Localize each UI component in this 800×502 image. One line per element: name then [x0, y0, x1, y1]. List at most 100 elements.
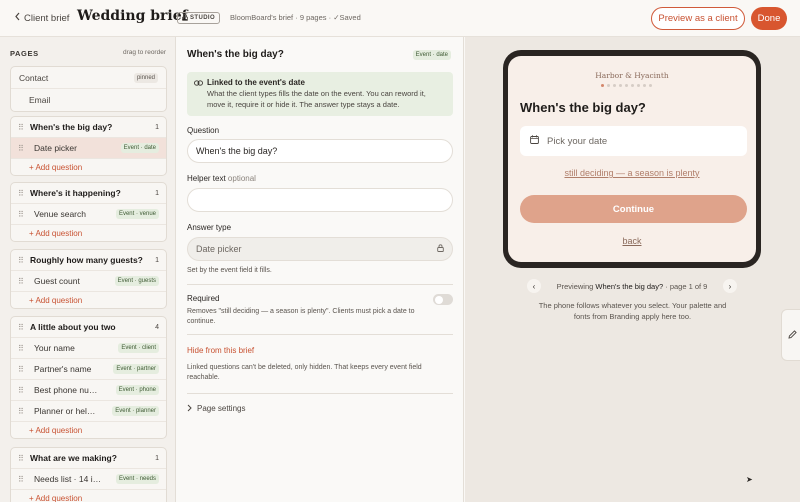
- preview-navigation: ‹ Previewing When's the big day? · page …: [527, 279, 737, 293]
- question-row[interactable]: ⠿ Planner or hel… Event · planner: [11, 401, 166, 422]
- question-count: 1: [155, 189, 159, 197]
- pages-heading: PAGES: [10, 49, 39, 58]
- page-group-location: ⠿ Where's it happening? 1 ⠿ Venue search…: [10, 182, 167, 242]
- pinned-badge: pinned: [133, 72, 158, 83]
- question-row[interactable]: ⠿ Guest count Event · guests: [11, 271, 166, 292]
- question-row[interactable]: ⠿ Partner's name Event · partner: [11, 359, 166, 380]
- helper-text-input[interactable]: [187, 188, 453, 212]
- add-question-button[interactable]: + Add question: [11, 422, 166, 438]
- drag-handle-icon[interactable]: ⠿: [18, 144, 30, 153]
- question-row[interactable]: ⠿ Needs list · 14 i… Event · needs: [11, 469, 166, 490]
- drag-handle-icon[interactable]: ⠿: [18, 386, 30, 395]
- drag-handle-icon[interactable]: ⠿: [18, 365, 30, 374]
- info-text: What the client types fills the date on …: [207, 89, 426, 109]
- drag-handle-icon[interactable]: ⠿: [18, 189, 30, 198]
- previous-page-button[interactable]: ‹: [527, 279, 541, 293]
- progress-dot: [601, 84, 604, 87]
- preview-date-input[interactable]: Pick your date: [520, 126, 747, 156]
- progress-dot: [625, 84, 628, 87]
- add-question-button[interactable]: + Add question: [11, 225, 166, 241]
- page-settings-toggle[interactable]: Page settings: [187, 404, 245, 414]
- event-field-tag: Event · needs: [115, 474, 159, 484]
- brief-meta: BloomBoard's brief · 9 pages · ✓Saved: [230, 13, 361, 22]
- question-label: Venue search: [34, 209, 86, 219]
- drag-handle-icon[interactable]: ⠿: [18, 256, 30, 265]
- question-field-label: Question: [187, 126, 220, 135]
- edit-branding-button[interactable]: [781, 309, 800, 361]
- done-button[interactable]: Done: [751, 7, 787, 30]
- preview-continue-button[interactable]: Continue: [520, 195, 747, 223]
- date-placeholder: Pick your date: [547, 135, 608, 147]
- question-input[interactable]: When's the big day?: [187, 139, 453, 163]
- answer-type-field: Date picker: [187, 237, 453, 261]
- chevron-right-icon: ›: [728, 281, 732, 291]
- sidebar-item-contact[interactable]: Contact pinned: [11, 67, 166, 89]
- chevron-left-icon: ‹: [532, 281, 536, 291]
- page-row[interactable]: ⠿ Where's it happening? 1: [11, 183, 166, 204]
- preview-as-client-button[interactable]: Preview as a client: [651, 7, 745, 30]
- question-label: Planner or hel…: [34, 406, 96, 416]
- page-row-title: A little about you two: [30, 322, 116, 332]
- question-row[interactable]: ⠿ Your name Event · client: [11, 338, 166, 359]
- mouse-cursor-icon: ➤: [746, 475, 753, 484]
- preview-note: The phone follows whatever you select. Y…: [538, 301, 727, 321]
- question-count: 1: [155, 123, 159, 131]
- page-row-title: What are we making?: [30, 453, 117, 463]
- required-toggle[interactable]: [433, 294, 453, 305]
- question-label: Best phone nu…: [34, 385, 98, 395]
- pencil-icon: [787, 329, 798, 342]
- back-link-label: Client brief: [24, 12, 70, 24]
- lock-icon: [437, 244, 444, 254]
- sidebar-item-email[interactable]: Email: [11, 89, 166, 111]
- divider: [187, 334, 453, 335]
- optional-hint: optional: [227, 174, 256, 183]
- page-row[interactable]: ⠿ What are we making? 1: [11, 448, 166, 469]
- chevron-right-icon: [187, 404, 192, 414]
- page-row[interactable]: ⠿ When's the big day? 1: [11, 117, 166, 138]
- question-count: 4: [155, 323, 159, 331]
- hide-from-brief-link[interactable]: Hide from this brief: [187, 346, 254, 355]
- divider: [187, 393, 453, 394]
- drag-handle-icon[interactable]: ⠿: [18, 475, 30, 484]
- drag-handle-icon[interactable]: ⠿: [18, 123, 30, 132]
- next-page-button[interactable]: ›: [722, 279, 737, 293]
- editor-title: When's the big day?: [187, 49, 284, 60]
- question-label: Guest count: [34, 276, 80, 286]
- top-bar: Client brief Wedding brief STUDIO BloomB…: [0, 0, 800, 37]
- question-label: Needs list · 14 i…: [34, 474, 102, 484]
- preview-back-link[interactable]: back: [508, 236, 756, 246]
- meta-page-count: 9 pages: [299, 13, 327, 22]
- still-deciding-link[interactable]: still deciding — a season is plenty: [508, 168, 756, 178]
- question-label: Date picker: [34, 143, 77, 153]
- event-field-tag: Event · client: [118, 343, 159, 353]
- drag-handle-icon[interactable]: ⠿: [18, 344, 30, 353]
- drag-handle-icon[interactable]: ⠿: [18, 323, 30, 332]
- question-row[interactable]: ⠿ Date picker Event · date: [11, 138, 166, 159]
- drag-handle-icon[interactable]: ⠿: [18, 210, 30, 219]
- meta-saved-status: Saved: [339, 13, 361, 22]
- question-row[interactable]: ⠿ Venue search Event · venue: [11, 204, 166, 225]
- answer-type-value: Date picker: [196, 244, 242, 254]
- helper-label-text: Helper text: [187, 174, 226, 183]
- required-note: Removes "still deciding — a season is pl…: [187, 308, 415, 325]
- progress-dot: [619, 84, 622, 87]
- back-to-client-brief-link[interactable]: Client brief: [14, 12, 69, 24]
- contact-label: Contact: [19, 72, 49, 83]
- drag-handle-icon[interactable]: ⠿: [18, 454, 30, 463]
- event-field-tag: Event · venue: [115, 209, 159, 219]
- link-icon: [194, 79, 203, 88]
- add-question-button[interactable]: + Add question: [11, 159, 166, 175]
- info-title: Linked to the event's date: [207, 78, 305, 87]
- progress-dot: [613, 84, 616, 87]
- drag-handle-icon[interactable]: ⠿: [18, 407, 30, 416]
- question-label: Your name: [34, 343, 75, 353]
- question-count: 1: [155, 256, 159, 264]
- add-question-button[interactable]: + Add question: [11, 292, 166, 308]
- hide-note: Linked questions can't be deleted, only …: [187, 364, 422, 381]
- drag-handle-icon[interactable]: ⠿: [18, 277, 30, 286]
- question-row[interactable]: ⠿ Best phone nu… Event · phone: [11, 380, 166, 401]
- page-row[interactable]: ⠿ A little about you two 4: [11, 317, 166, 338]
- divider: [187, 284, 453, 285]
- page-row[interactable]: ⠿ Roughly how many guests? 1: [11, 250, 166, 271]
- add-question-button[interactable]: + Add question: [11, 490, 166, 502]
